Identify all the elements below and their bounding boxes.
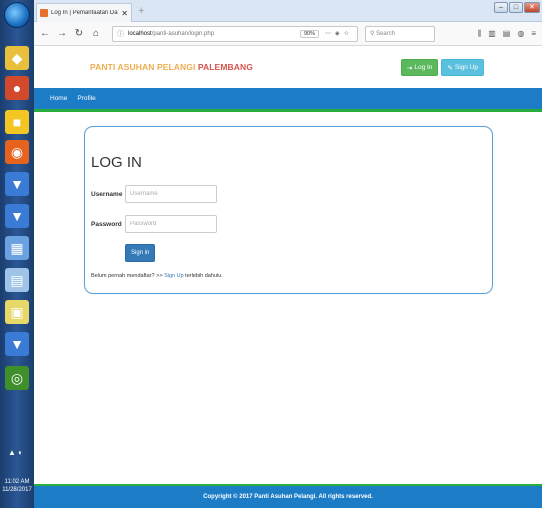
maximize-button[interactable]: □ [509, 2, 523, 13]
back-icon[interactable]: ← [40, 28, 50, 39]
login-button[interactable]: ⇥ Log In [400, 59, 439, 76]
nav-item-profile[interactable]: Profile [77, 95, 95, 102]
login-icon: ⇥ [406, 64, 413, 72]
header-buttons: ⇥ Log In ✎ Sign Up [400, 59, 484, 76]
extension-icon[interactable]: ◍ [517, 29, 524, 39]
address-bar[interactable]: ⓘ localhost /panti-asuhan/login.php 90% … [112, 25, 358, 42]
start-button[interactable] [4, 2, 30, 28]
forward-icon[interactable]: → [57, 28, 67, 39]
browser-window: Log In | Pemanfaatan Dana Un ✕ + – □ ✕ ←… [34, 0, 542, 508]
url-path: /panti-asuhan/login.php [151, 30, 215, 37]
clock-time: 11:02 AM [4, 479, 30, 485]
app-icon-5[interactable]: ▣ [5, 300, 29, 324]
username-row: Username [91, 185, 217, 203]
windows-taskbar: ◆ ● ■ ◉ ▼ ▼ ▦ ▤ ▣ ▼ ◎ ▲ ◐ 11:02 AM 11/28… [0, 0, 34, 508]
minimize-button[interactable]: – [494, 2, 508, 13]
login-label: Log In [414, 64, 433, 71]
clock-date: 11/28/2017 [2, 487, 32, 493]
app-icon-1[interactable]: ◆ [5, 46, 29, 70]
library-icon[interactable]: ⫼ [478, 29, 482, 39]
password-label: Password [91, 220, 122, 228]
site-header: PANTI ASUHAN PELANGI PALEMBANG ⇥ Log In … [34, 46, 542, 88]
signup-icon: ✎ [447, 64, 453, 72]
signup-label: Sign Up [454, 64, 478, 71]
signup-link[interactable]: Sign Up [164, 273, 184, 279]
login-panel: LOG IN Username Password Sign in Belum p… [84, 126, 493, 294]
chrome-icon[interactable]: ● [5, 76, 29, 100]
toolbar-icons: ⫼ ▥ ▤ ◍ ≡ [478, 29, 536, 39]
app-icon-4[interactable]: ▦ [5, 236, 29, 260]
site-brand[interactable]: PANTI ASUHAN PELANGI PALEMBANG [90, 62, 253, 72]
app-icon-3[interactable]: ▼ [5, 204, 29, 228]
main-nav: Home Profile [34, 88, 542, 112]
zoom-level[interactable]: 90% [299, 29, 319, 38]
app-icon-7[interactable]: ◎ [5, 366, 29, 390]
browser-titlebar: Log In | Pemanfaatan Dana Un ✕ + – □ ✕ [34, 0, 542, 22]
signup-hint: Belum pernah mendaftar? >> Sign Up terle… [91, 273, 223, 279]
new-tab-icon[interactable]: + [138, 5, 144, 17]
app-icon-6[interactable]: ▼ [5, 332, 29, 356]
reload-icon[interactable]: ↻ [74, 28, 84, 39]
folder-icon[interactable]: ■ [5, 110, 29, 134]
window-controls: – □ ✕ [494, 2, 540, 13]
username-label: Username [91, 190, 123, 198]
brand-main: PANTI ASUHAN PELANGI [90, 62, 198, 72]
password-row: Password [91, 215, 217, 233]
site-footer: Copyright © 2017 Panti Asuhan Pelangi. A… [34, 484, 542, 508]
hint-suffix: terlebih dahulu. [183, 273, 223, 279]
login-title: LOG IN [91, 154, 142, 171]
web-page: PANTI ASUHAN PELANGI PALEMBANG ⇥ Log In … [34, 46, 542, 508]
signin-button[interactable]: Sign in [125, 244, 156, 262]
bookmark-star-icon[interactable]: ☆ [344, 30, 349, 37]
sidebar-icon[interactable]: ▥ [488, 29, 496, 39]
nav-item-home[interactable]: Home [50, 95, 67, 102]
url-host: localhost [128, 30, 152, 37]
firefox-icon[interactable]: ◉ [5, 140, 29, 164]
password-input[interactable] [125, 215, 217, 233]
info-icon[interactable]: ⓘ [117, 29, 124, 39]
browser-tab[interactable]: Log In | Pemanfaatan Dana Un ✕ [36, 3, 132, 22]
home-icon[interactable]: ⌂ [91, 28, 101, 39]
tab-title: Log In | Pemanfaatan Dana Un [51, 10, 118, 16]
menu-icon[interactable]: ≡ [531, 29, 536, 39]
close-window-button[interactable]: ✕ [524, 2, 540, 13]
brand-accent: PALEMBANG [197, 62, 253, 72]
hint-prefix: Belum pernah mendaftar? >> [91, 273, 165, 279]
favicon-icon [40, 9, 48, 17]
pocket-icon[interactable]: ◈ [335, 30, 340, 37]
system-tray[interactable]: ▲ ◐ [8, 448, 23, 457]
reader-icon[interactable]: ▤ [503, 29, 511, 39]
notepad-icon[interactable]: ▤ [5, 268, 29, 292]
signup-button[interactable]: ✎ Sign Up [441, 59, 484, 76]
app-icon-2[interactable]: ▼ [5, 172, 29, 196]
search-placeholder: Search [376, 30, 396, 37]
tab-close-icon[interactable]: ✕ [118, 9, 131, 18]
taskbar-clock[interactable]: 11:02 AM 11/28/2017 [0, 478, 34, 494]
browser-toolbar: ← → ↻ ⌂ ⓘ localhost /panti-asuhan/login.… [34, 22, 542, 46]
search-box[interactable]: ⚲ Search [365, 25, 435, 42]
page-actions-icon[interactable]: ⋯ [325, 30, 331, 37]
footer-copyright: Copyright © 2017 Panti Asuhan Pelangi. A… [203, 494, 373, 500]
username-input[interactable] [125, 185, 217, 203]
